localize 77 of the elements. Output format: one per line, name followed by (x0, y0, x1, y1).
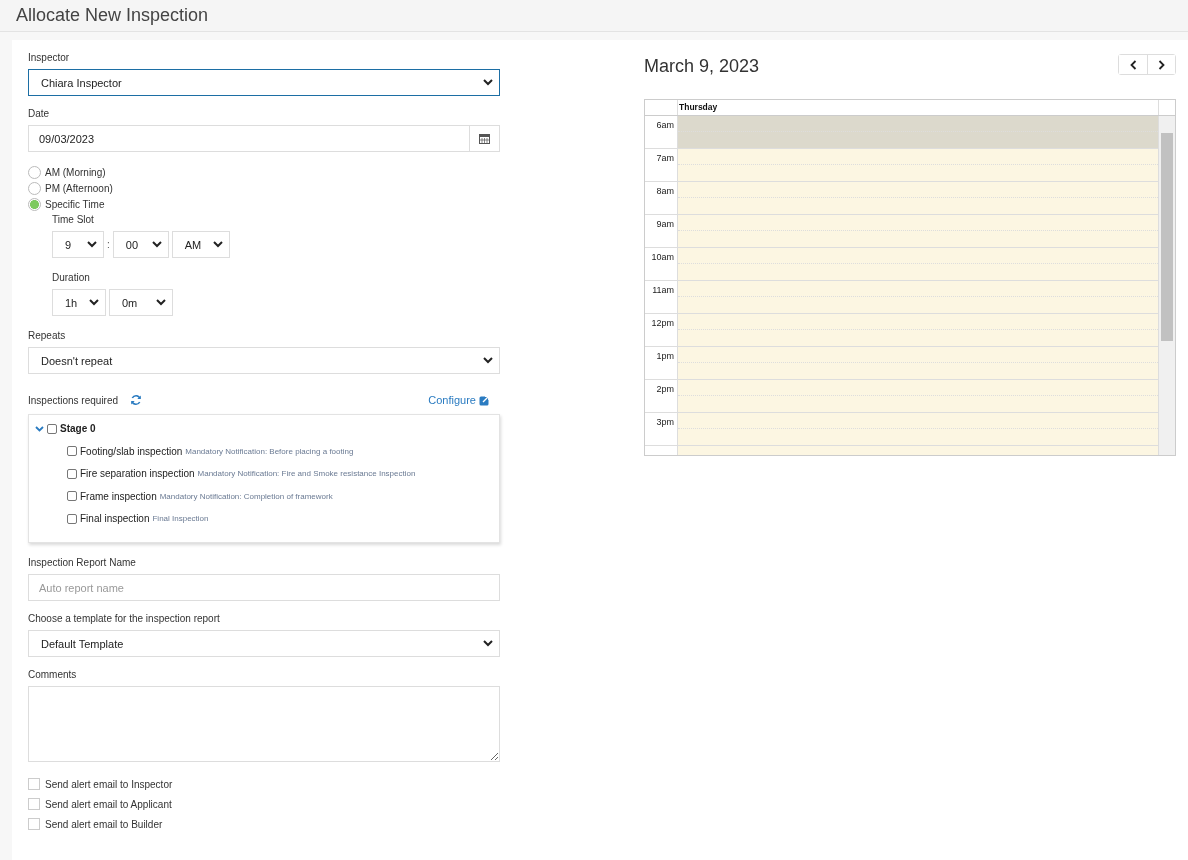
radio-option[interactable]: AM (Morning) (28, 164, 500, 180)
stage-label: Stage 0 (60, 423, 96, 434)
radio-icon[interactable] (28, 165, 41, 179)
time-slot[interactable] (678, 116, 1158, 148)
time-slot[interactable] (678, 314, 1158, 346)
checkbox-label: Send alert email to Builder (45, 818, 163, 830)
chevron-down-icon (151, 241, 162, 248)
scrollbar[interactable] (1158, 116, 1175, 455)
calendar-icon (479, 133, 490, 144)
external-link-icon (479, 394, 490, 406)
comments-textarea[interactable] (28, 686, 500, 762)
hours-select[interactable]: 1h (52, 289, 106, 316)
time-slot[interactable] (678, 281, 1158, 313)
checkbox[interactable] (67, 513, 77, 524)
chevron-down-icon (483, 357, 493, 364)
time-slot[interactable] (678, 215, 1158, 247)
template-select[interactable]: Default Template (28, 630, 500, 657)
report-name-input[interactable]: Auto report name (28, 574, 500, 601)
checkbox-label: Send alert email to Applicant (45, 798, 172, 810)
radio-option[interactable]: Specific Time (28, 196, 500, 212)
field-label: Inspection Report Name (28, 557, 137, 568)
chevron-down-icon (483, 79, 493, 86)
chevron-down-icon (156, 299, 166, 306)
checkbox-label: Send alert email to Inspector (45, 778, 173, 790)
time-slot[interactable] (678, 347, 1158, 379)
time-slot[interactable] (678, 182, 1158, 214)
configure-link[interactable]: Configure (428, 394, 490, 406)
field-label: Choose a template for the inspection report (28, 613, 221, 624)
inspection-name: Footing/slab inspection (80, 445, 183, 457)
chevron-down-icon (35, 424, 44, 433)
field-label: Inspections required (28, 394, 119, 406)
chevron-left-icon (1129, 59, 1137, 70)
field-label: Repeats (28, 330, 67, 341)
period-select[interactable]: AM (171, 231, 230, 258)
inspection-name: Final inspection (80, 513, 150, 525)
field-label: Duration (52, 272, 91, 283)
checkbox[interactable] (67, 468, 77, 479)
chevron-down-icon (212, 241, 223, 248)
inspection-note: Mandatory Notification: Completion of framework (159, 491, 333, 501)
checkbox[interactable] (67, 491, 77, 502)
checkbox[interactable] (28, 818, 40, 830)
next-button[interactable] (1147, 55, 1175, 74)
inspection-note: Mandatory Notification: Before placing a footing (185, 446, 354, 456)
chevron-down-icon (89, 299, 99, 306)
radio-icon[interactable] (28, 197, 41, 211)
minute-select[interactable]: 00 (112, 231, 169, 258)
field-label: Date (28, 108, 51, 119)
repeats-select[interactable]: Doesn't repeat (28, 347, 500, 374)
checkbox[interactable] (67, 446, 77, 457)
field-label: Comments (28, 669, 78, 680)
inspection-name: Fire separation inspection (80, 468, 195, 480)
minutes-select[interactable]: 0m (109, 289, 173, 316)
time-slot[interactable] (678, 380, 1158, 412)
inspection-note: Mandatory Notification: Fire and Smoke resistance Inspection (197, 469, 416, 479)
chevron-down-icon (87, 241, 97, 248)
inspection-name: Frame inspection (80, 490, 157, 502)
chevron-right-icon (1158, 59, 1165, 70)
time-slot[interactable] (678, 149, 1158, 181)
checkbox[interactable] (28, 778, 40, 790)
page-title: Allocate New Inspection (16, 5, 210, 26)
radio-option[interactable]: PM (Afternoon) (28, 180, 500, 196)
field-label: Time Slot (52, 214, 95, 225)
refresh-icon[interactable] (130, 394, 143, 406)
time-separator: : (107, 239, 110, 250)
inspection-note: Final Inspection (152, 514, 209, 524)
chevron-down-icon (483, 640, 493, 647)
checkbox[interactable] (47, 423, 57, 434)
expand-toggle[interactable] (35, 424, 44, 433)
time-slot[interactable] (678, 248, 1158, 280)
inspector-select[interactable]: Chiara Inspector (28, 69, 500, 96)
checkbox[interactable] (28, 798, 40, 810)
day-header: Thursday (678, 101, 719, 114)
radio-icon[interactable] (28, 181, 41, 195)
field-label: Inspector (28, 52, 71, 63)
time-slot[interactable] (678, 413, 1158, 445)
calendar-title: March 9, 2023 (644, 56, 760, 77)
hour-select[interactable]: 9 (52, 231, 104, 258)
